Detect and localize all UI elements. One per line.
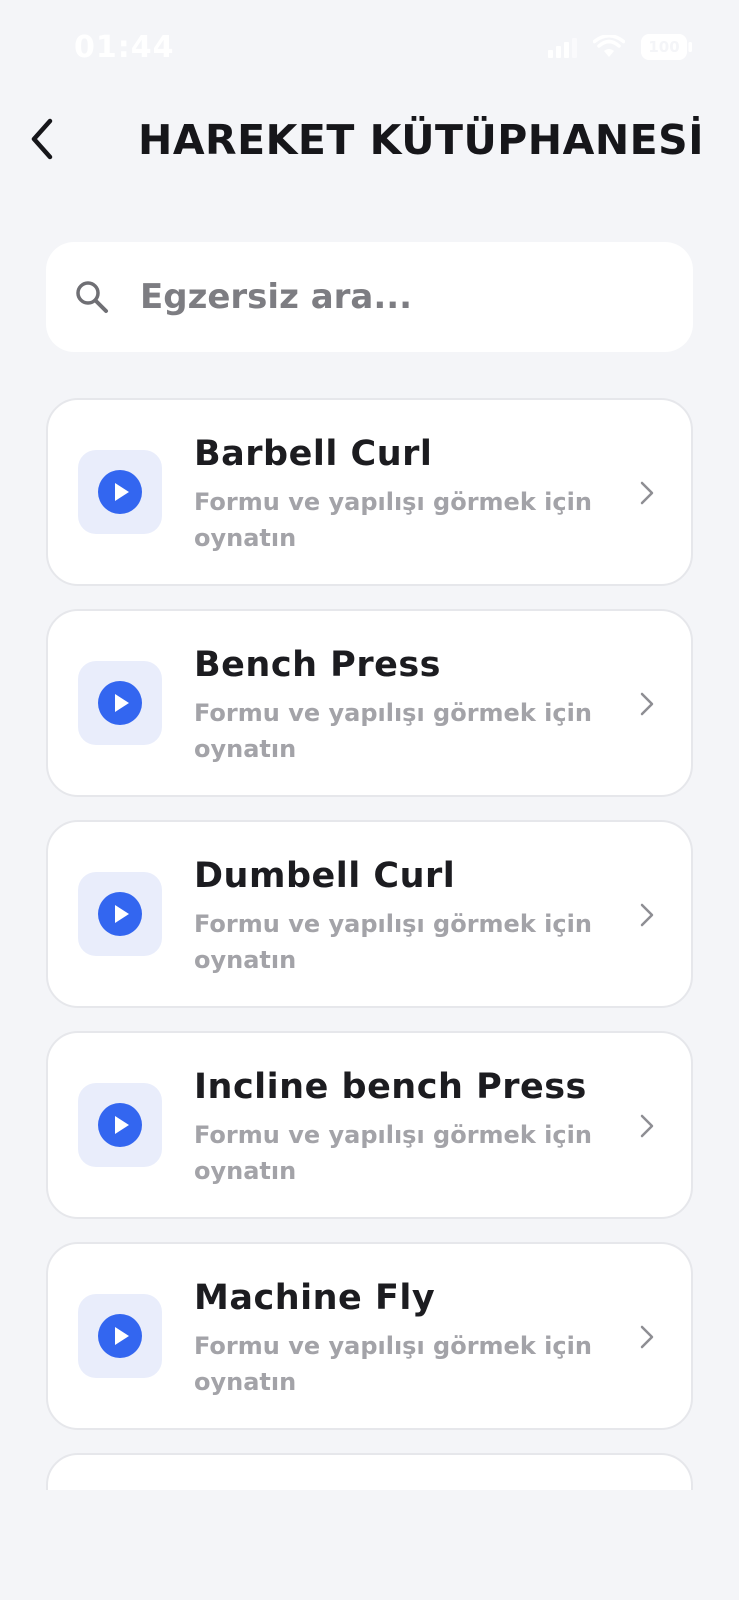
play-tile	[78, 872, 162, 956]
exercise-card[interactable]: Dumbell Curl Formu ve yapılışı görmek iç…	[46, 820, 693, 1008]
exercise-title: Machine Fly	[194, 1278, 436, 1318]
search-input[interactable]	[140, 277, 620, 317]
status-bar: 01:44 100	[0, 0, 739, 100]
exercise-title: Barbell Curl	[194, 434, 433, 474]
chevron-right-icon	[640, 1325, 654, 1349]
battery-level: 100	[648, 38, 680, 56]
play-tile	[78, 1083, 162, 1167]
play-tile	[78, 661, 162, 745]
header: HAREKET KÜTÜPHANESİ	[0, 100, 739, 188]
back-button[interactable]	[22, 114, 62, 164]
page-title: HAREKET KÜTÜPHANESİ	[138, 116, 704, 164]
signal-icon	[548, 36, 577, 58]
exercise-subtitle: Formu ve yapılışı görmek için oynatın	[194, 699, 592, 763]
play-icon	[98, 1314, 142, 1358]
exercise-card-partial[interactable]	[46, 1453, 693, 1490]
exercise-title: Dumbell Curl	[194, 856, 456, 896]
play-icon	[98, 681, 142, 725]
exercise-subtitle: Formu ve yapılışı görmek için oynatın	[194, 488, 592, 552]
battery-icon: 100	[641, 34, 693, 60]
play-icon	[98, 1103, 142, 1147]
exercise-card[interactable]: Bench Press Formu ve yapılışı görmek içi…	[46, 609, 693, 797]
status-icons: 100	[548, 34, 693, 60]
wifi-icon	[593, 35, 625, 59]
chevron-right-icon	[640, 903, 654, 927]
exercise-subtitle: Formu ve yapılışı görmek için oynatın	[194, 1121, 592, 1185]
search-box[interactable]	[46, 242, 693, 352]
exercise-card[interactable]: Barbell Curl Formu ve yapılışı görmek iç…	[46, 398, 693, 586]
play-tile	[78, 1294, 162, 1378]
chevron-right-icon	[640, 692, 654, 716]
play-icon	[98, 892, 142, 936]
chevron-right-icon	[640, 1114, 654, 1138]
exercise-list[interactable]: Barbell Curl Formu ve yapılışı görmek iç…	[0, 398, 739, 1490]
play-icon	[98, 470, 142, 514]
exercise-subtitle: Formu ve yapılışı görmek için oynatın	[194, 1332, 592, 1396]
chevron-right-icon	[640, 481, 654, 505]
exercise-card[interactable]: Incline bench Press Formu ve yapılışı gö…	[46, 1031, 693, 1219]
exercise-title: Incline bench Press	[194, 1067, 587, 1107]
exercise-title: Bench Press	[194, 645, 441, 685]
play-tile	[78, 450, 162, 534]
exercise-subtitle: Formu ve yapılışı görmek için oynatın	[194, 910, 592, 974]
status-time: 01:44	[74, 30, 175, 65]
search-icon	[76, 281, 108, 313]
chevron-left-icon	[31, 118, 53, 160]
exercise-card[interactable]: Machine Fly Formu ve yapılışı görmek içi…	[46, 1242, 693, 1430]
